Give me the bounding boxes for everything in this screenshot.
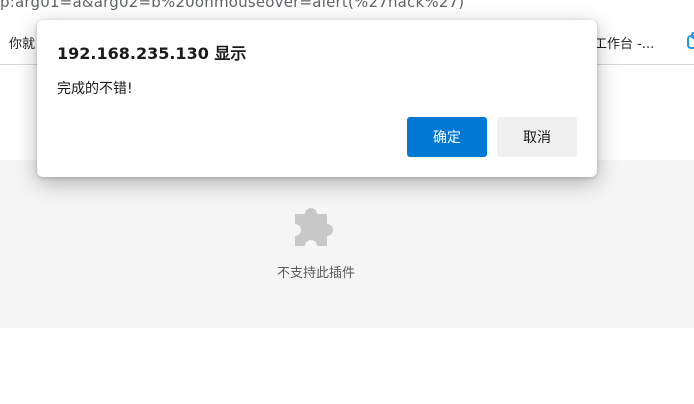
unsupported-plugin-placeholder: 不支持此插件 bbox=[0, 160, 694, 328]
address-url-text[interactable]: p:arg01=a&arg02=b%20onmouseover=alert(%2… bbox=[0, 0, 464, 11]
bookmark-favicon-icon[interactable] bbox=[685, 31, 694, 51]
alert-dialog: 192.168.235.130 显示 完成的不错! 确定 取消 bbox=[37, 20, 597, 177]
cancel-button[interactable]: 取消 bbox=[497, 117, 577, 157]
plugin-unsupported-text: 不支持此插件 bbox=[276, 266, 355, 281]
dialog-message: 完成的不错! bbox=[57, 81, 133, 97]
bookmark-item-left[interactable]: 你就 bbox=[9, 33, 35, 52]
address-bar[interactable]: p:arg01=a&arg02=b%20onmouseover=alert(%2… bbox=[0, 0, 694, 14]
ok-button[interactable]: 确定 bbox=[407, 117, 487, 157]
dialog-title: 192.168.235.130 显示 bbox=[57, 44, 247, 63]
puzzle-piece-icon bbox=[291, 198, 343, 250]
bookmark-item-right[interactable]: 工作台 -... bbox=[594, 33, 654, 52]
browser-page: p:arg01=a&arg02=b%20onmouseover=alert(%2… bbox=[0, 0, 694, 404]
